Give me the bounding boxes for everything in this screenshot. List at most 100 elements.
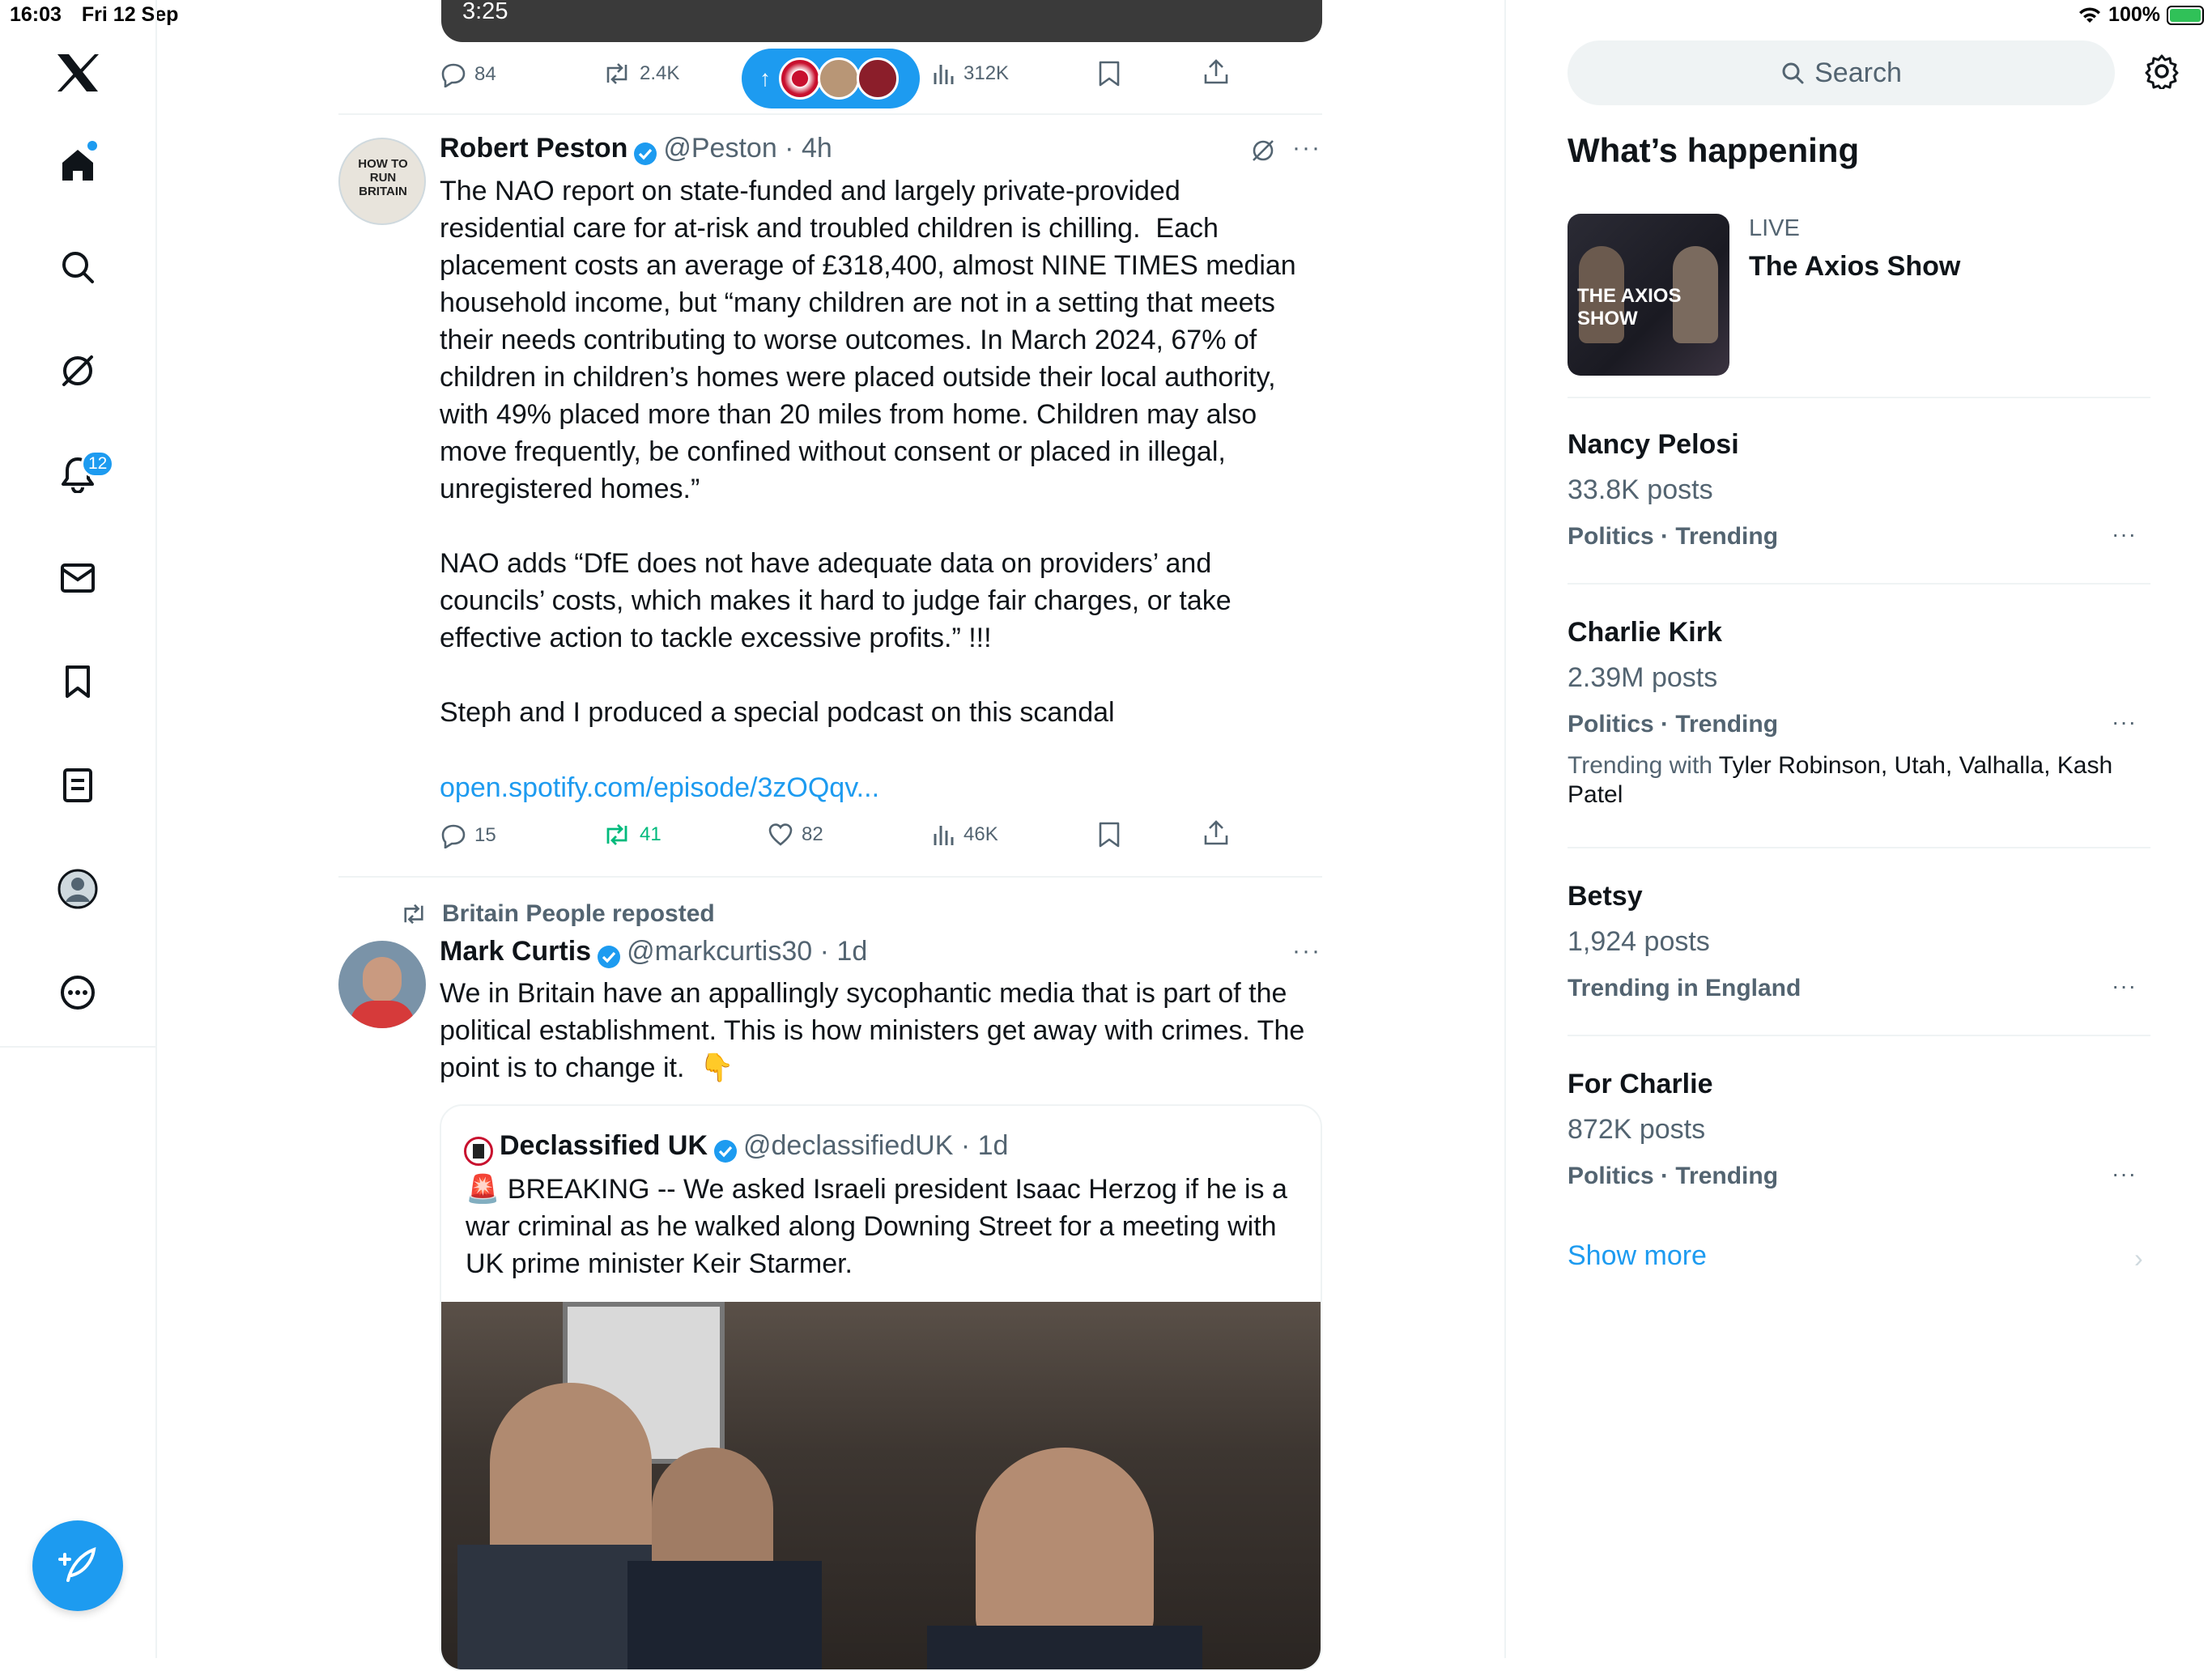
compose-post-button[interactable]: [32, 1520, 123, 1611]
trending-with: Trending with Tyler Robinson, Utah, Valh…: [1568, 751, 2134, 810]
trend-title: Betsy: [1568, 881, 1643, 912]
heart-icon: [768, 823, 793, 846]
more-options-icon[interactable]: ···: [1292, 938, 1321, 965]
x-logo-icon[interactable]: [55, 50, 100, 96]
battery-icon: [2167, 5, 2204, 25]
peston-avatar[interactable]: HOW TO RUN BRITAIN: [338, 138, 426, 225]
verified-badge-icon: [598, 945, 621, 968]
quote-header: Declassified UK @declassifiedUK · 1d: [464, 1130, 1008, 1166]
live-thumbnail[interactable]: THE AXIOS SHOW: [1568, 214, 1729, 376]
share-button[interactable]: [1203, 819, 1229, 847]
live-label: LIVE: [1749, 215, 1800, 241]
post-time[interactable]: 1d: [836, 936, 867, 967]
arrow-up-icon: ↑: [759, 66, 771, 91]
quote-author-name: Declassified UK: [500, 1130, 708, 1161]
settings-gear-icon[interactable]: [2144, 53, 2180, 93]
whats-happening-title: What’s happening: [1568, 131, 1860, 169]
search-icon: [1782, 62, 1804, 84]
share-icon: [1204, 820, 1228, 845]
pill-avatar-1: [779, 57, 821, 100]
messages-icon[interactable]: [55, 555, 100, 601]
verified-badge-icon: [634, 142, 657, 165]
trend-more-icon[interactable]: ···: [2112, 709, 2137, 735]
reply-button[interactable]: 15: [440, 823, 496, 848]
profile-icon[interactable]: [55, 866, 100, 912]
author-handle[interactable]: @markcurtis30: [627, 936, 812, 967]
trend-title: Nancy Pelosi: [1568, 429, 1739, 460]
repost-button[interactable]: 41: [602, 823, 661, 847]
repost-context[interactable]: Britain People reposted: [400, 900, 715, 928]
prev-reply-button[interactable]: 84: [440, 62, 496, 87]
notifications-badge: 12: [81, 450, 115, 478]
pill-avatar-2: [818, 57, 860, 100]
prev-views-button[interactable]: 312K: [931, 62, 1009, 86]
trend-category: Politics · Trending: [1568, 711, 1779, 738]
bookmark-icon: [1099, 822, 1120, 848]
sidebar-divider: [1568, 847, 2150, 848]
author-name[interactable]: Mark Curtis: [440, 936, 591, 967]
views-icon: [934, 826, 954, 845]
post-time[interactable]: 4h: [802, 133, 832, 164]
trend-category: Trending in England: [1568, 975, 1802, 1001]
avatar-book-title: HOW TO RUN BRITAIN: [358, 157, 408, 198]
share-icon: [1204, 59, 1228, 84]
bookmarks-icon[interactable]: [55, 659, 100, 704]
quote-text: 🚨 BREAKING -- We asked Israeli president…: [466, 1174, 1287, 1279]
grok-explain-icon[interactable]: [1250, 138, 1276, 168]
search-input[interactable]: Search: [1568, 40, 2115, 105]
trend-title: Charlie Kirk: [1568, 617, 1722, 648]
declassified-avatar: [464, 1136, 493, 1166]
curtis-avatar[interactable]: [338, 941, 426, 1028]
trend-category: Politics · Trending: [1568, 1163, 1779, 1189]
more-icon[interactable]: [55, 970, 100, 1015]
search-placeholder: Search: [1814, 57, 1902, 88]
like-button[interactable]: 82: [768, 823, 823, 847]
author-handle[interactable]: @Peston: [663, 133, 776, 164]
tweet1-link[interactable]: open.spotify.com/episode/3zOQqv...: [440, 769, 879, 806]
quoted-post[interactable]: Declassified UK @declassifiedUK · 1d 🚨 BR…: [440, 1104, 1322, 1671]
repost-icon: [606, 824, 627, 845]
post-divider: [338, 113, 1322, 115]
nav-divider: [0, 1046, 157, 1048]
trend-posts: 2.39M posts: [1568, 662, 1718, 693]
more-options-icon[interactable]: ···: [1292, 134, 1321, 162]
prev-share-button[interactable]: [1203, 58, 1229, 86]
verified-badge-icon: [714, 1139, 737, 1163]
search-icon[interactable]: [55, 244, 100, 290]
status-bar-right: 100%: [2078, 3, 2204, 27]
chevron-right-icon: ›: [2134, 1244, 2143, 1273]
post-divider: [338, 876, 1322, 878]
prev-bookmark-button[interactable]: [1098, 60, 1121, 87]
battery-percent: 100%: [2108, 3, 2160, 26]
live-title[interactable]: The Axios Show: [1749, 251, 1960, 283]
trend-more-icon[interactable]: ···: [2112, 521, 2137, 547]
trending-with-label: Trending with: [1568, 752, 1712, 779]
bookmark-button[interactable]: [1098, 821, 1121, 848]
lists-icon[interactable]: [55, 763, 100, 808]
grok-icon[interactable]: [55, 348, 100, 393]
trend-category: Politics · Trending: [1568, 523, 1779, 550]
trend-more-icon[interactable]: ···: [2112, 973, 2137, 999]
prev-reply-count: 84: [474, 63, 496, 85]
quote-media-image[interactable]: [441, 1302, 1321, 1669]
trend-posts: 1,924 posts: [1568, 926, 1710, 957]
pill-avatar-3: [857, 57, 899, 100]
sidebar-divider: [1568, 583, 2150, 585]
reply-icon: [441, 824, 466, 848]
views-button[interactable]: 46K: [931, 823, 998, 847]
quote-author-handle: @declassifiedUK: [743, 1130, 954, 1161]
live-thumb-text: THE AXIOS SHOW: [1577, 285, 1682, 330]
trend-more-icon[interactable]: ···: [2112, 1161, 2137, 1187]
left-nav: 12: [0, 0, 157, 1658]
tweet1-text: The NAO report on state-funded and large…: [440, 176, 1296, 728]
previous-video[interactable]: 3:25: [441, 0, 1322, 42]
trend-posts: 872K posts: [1568, 1114, 1706, 1145]
bookmark-icon: [1099, 61, 1120, 87]
author-name[interactable]: Robert Peston: [440, 133, 627, 164]
new-posts-pill[interactable]: ↑: [742, 49, 920, 108]
reply-icon: [441, 63, 466, 87]
show-more-link[interactable]: Show more: [1568, 1240, 1707, 1272]
prev-views-count: 312K: [963, 62, 1010, 84]
reply-count: 15: [474, 824, 496, 846]
prev-repost-button[interactable]: 2.4K: [602, 62, 679, 86]
